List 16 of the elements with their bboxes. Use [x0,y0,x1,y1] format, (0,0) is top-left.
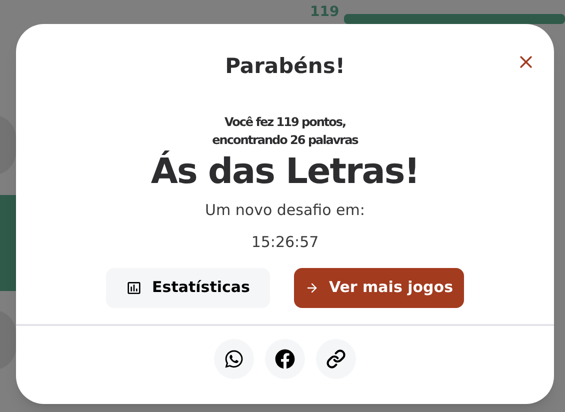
next-challenge-label: Um novo desafio em: [205,200,365,220]
chart-icon [126,280,142,296]
statistics-button[interactable]: Estatísticas [106,268,270,308]
more-games-button[interactable]: Ver mais jogos [294,268,464,308]
score-summary: encontrando 26 palavras [212,132,358,148]
countdown-timer: 15:26:57 [251,232,319,253]
link-share-button[interactable] [316,338,356,378]
whatsapp-share-button[interactable] [214,338,254,378]
facebook-share-button[interactable] [265,338,305,378]
link-icon [326,348,346,368]
whatsapp-icon [224,348,244,368]
score-summary: Você fez 119 pontos, [224,114,346,130]
rank-title: Ás das Letras! [150,150,420,194]
facebook-icon [275,348,295,368]
score-text: 119 [310,4,340,20]
modal-title: Parabéns! [225,53,345,80]
